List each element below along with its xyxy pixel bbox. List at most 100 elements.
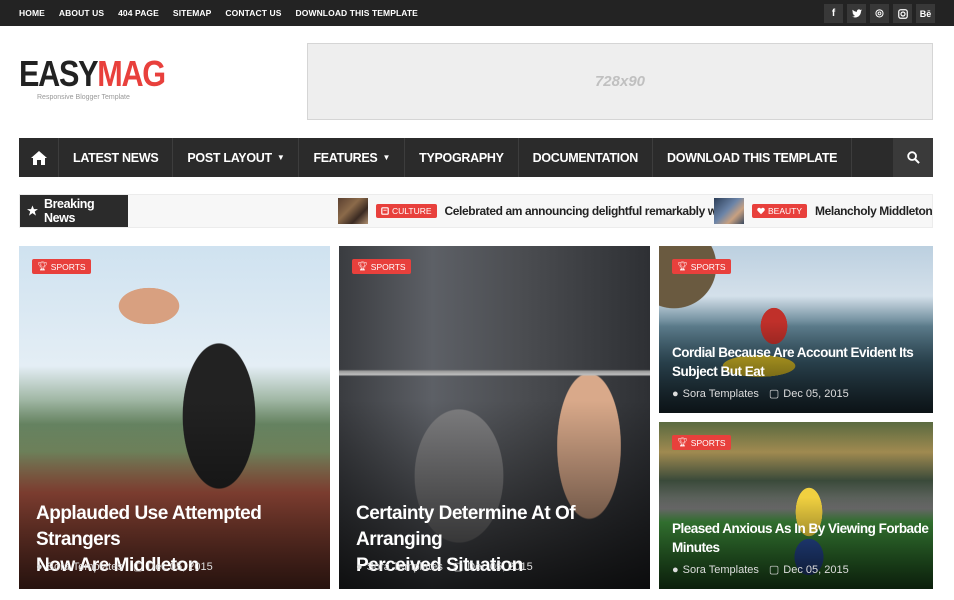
book-icon bbox=[381, 207, 389, 215]
post-date: ▢ Dec 05, 2015 bbox=[768, 387, 849, 401]
search-button[interactable] bbox=[893, 138, 933, 177]
caret-down-icon: ▼ bbox=[276, 153, 285, 162]
author-name: Sora Templates bbox=[682, 563, 759, 576]
nav-label: POST LAYOUT bbox=[187, 150, 272, 165]
breaking-news-bar: Breaking News CULTURE Celebrated am anno… bbox=[19, 194, 933, 228]
category-tag[interactable]: 🏆︎ SPORTS bbox=[32, 259, 91, 274]
dribbble-icon[interactable]: ◎ bbox=[870, 4, 889, 23]
ticker-thumbnail bbox=[714, 198, 744, 224]
category-label: CULTURE bbox=[392, 206, 432, 216]
nav-label: LATEST NEWS bbox=[73, 150, 159, 165]
category-tag[interactable]: 🏆︎ SPORTS bbox=[672, 435, 731, 450]
nav-documentation[interactable]: DOCUMENTATION bbox=[519, 138, 653, 177]
top-nav-404[interactable]: 404 PAGE bbox=[118, 8, 159, 18]
post-title[interactable]: Cordial Because Are Account Evident Its … bbox=[672, 343, 914, 381]
calendar-icon: ▢ bbox=[768, 388, 780, 400]
post-meta: ● Sora Templates ▢ Dec 05, 2015 bbox=[672, 563, 849, 577]
post-author[interactable]: ● Sora Templates bbox=[672, 387, 759, 400]
nav-typography[interactable]: TYPOGRAPHY bbox=[405, 138, 519, 177]
post-title-line: Certainty Determine At Of Arranging bbox=[356, 503, 576, 550]
trophy-icon: 🏆︎ bbox=[677, 437, 688, 447]
date-text: Dec 05, 2015 bbox=[467, 560, 533, 573]
top-nav: HOME ABOUT US 404 PAGE SITEMAP CONTACT U… bbox=[19, 0, 418, 26]
author-name: Sora Templates bbox=[46, 560, 123, 573]
featured-post[interactable]: 🏆︎ SPORTS Certainty Determine At Of Arran… bbox=[339, 246, 650, 589]
top-nav-contact-us[interactable]: CONTACT US bbox=[225, 8, 281, 18]
category-label: SPORTS bbox=[690, 261, 726, 272]
instagram-icon[interactable] bbox=[893, 4, 912, 23]
post-author[interactable]: ● Sora Templates bbox=[36, 560, 123, 573]
nav-label: DOCUMENTATION bbox=[532, 150, 639, 165]
ticker-title[interactable]: Celebrated am announcing delightful rema… bbox=[445, 204, 724, 218]
ticker-item[interactable]: BEAUTY Melancholy Middletons Yet bbox=[714, 198, 932, 224]
post-date: ▢ Dec 05, 2015 bbox=[452, 560, 533, 574]
caret-down-icon: ▼ bbox=[382, 153, 391, 162]
top-nav-sitemap[interactable]: SITEMAP bbox=[173, 8, 211, 18]
ticker-title[interactable]: Melancholy Middletons Yet bbox=[815, 204, 932, 218]
date-text: Dec 05, 2015 bbox=[147, 560, 213, 573]
post-meta: ● Sora Templates ▢ Dec 05, 2015 bbox=[672, 387, 849, 401]
logo-easy: EASY bbox=[19, 53, 99, 94]
featured-post[interactable]: 🏆︎ SPORTS Applauded Use Attempted Strange… bbox=[19, 246, 330, 589]
home-icon bbox=[30, 150, 47, 165]
logo-text: EASYMAG bbox=[19, 53, 166, 94]
main-nav: LATEST NEWS POST LAYOUT ▼ FEATURES ▼ TYPOG… bbox=[19, 138, 933, 177]
user-icon: ● bbox=[672, 387, 679, 400]
site-logo[interactable]: EASYMAG Responsive Blogger Template bbox=[19, 53, 191, 102]
category-label: SPORTS bbox=[690, 437, 726, 448]
top-nav-home[interactable]: HOME bbox=[19, 8, 45, 18]
social-links: f ◎ Bē bbox=[824, 4, 935, 23]
date-text: Dec 05, 2015 bbox=[783, 387, 849, 400]
trophy-icon: 🏆︎ bbox=[677, 261, 688, 271]
category-tag[interactable]: 🏆︎ SPORTS bbox=[352, 259, 411, 274]
post-date: ▢ Dec 05, 2015 bbox=[769, 563, 849, 577]
search-icon bbox=[906, 151, 920, 164]
post-date: ▢ Dec 05, 2015 bbox=[132, 560, 213, 574]
author-name: Sora Templates bbox=[682, 387, 759, 400]
breaking-news-label: Breaking News bbox=[20, 195, 128, 227]
breaking-news-text: Breaking News bbox=[43, 197, 95, 225]
nav-latest-news[interactable]: LATEST NEWS bbox=[59, 138, 174, 177]
post-meta: ● Sora Templates ▢ Dec 05, 2015 bbox=[356, 560, 533, 574]
post-title-line: Pleased Anxious As In By Viewing Forbade bbox=[672, 521, 929, 536]
calendar-icon: ▢ bbox=[452, 561, 464, 573]
nav-label: FEATURES bbox=[313, 150, 378, 165]
twitter-icon[interactable] bbox=[847, 4, 866, 23]
post-title-line: Subject But Eat bbox=[672, 364, 765, 379]
nav-features[interactable]: FEATURES ▼ bbox=[299, 138, 406, 177]
nav-post-layout[interactable]: POST LAYOUT ▼ bbox=[173, 138, 300, 177]
top-nav-about-us[interactable]: ABOUT US bbox=[59, 8, 104, 18]
pin-icon bbox=[27, 205, 38, 216]
category-tag[interactable]: 🏆︎ SPORTS bbox=[672, 259, 731, 274]
post-title-line: Minutes bbox=[672, 540, 720, 555]
user-icon: ● bbox=[672, 563, 679, 576]
user-icon: ● bbox=[356, 560, 363, 573]
nav-download-template[interactable]: DOWNLOAD THIS TEMPLATE bbox=[653, 138, 853, 177]
heart-icon bbox=[757, 207, 765, 215]
post-author[interactable]: ● Sora Templates bbox=[356, 560, 443, 573]
post-meta: ● Sora Templates ▢ Dec 05, 2015 bbox=[36, 560, 213, 574]
category-tag[interactable]: CULTURE bbox=[376, 204, 437, 218]
ticker-thumbnail bbox=[338, 198, 368, 224]
post-author[interactable]: ● Sora Templates bbox=[672, 563, 759, 576]
facebook-icon[interactable]: f bbox=[824, 4, 843, 23]
category-tag[interactable]: BEAUTY bbox=[752, 204, 808, 218]
behance-icon[interactable]: Bē bbox=[916, 4, 935, 23]
category-label: SPORTS bbox=[50, 261, 86, 272]
category-label: BEAUTY bbox=[768, 206, 803, 216]
category-label: SPORTS bbox=[370, 261, 406, 272]
ticker-item[interactable]: CULTURE Celebrated am announcing delight… bbox=[338, 198, 723, 224]
user-icon: ● bbox=[36, 560, 43, 573]
post-title-line: Cordial Because Are Account Evident Its bbox=[672, 345, 914, 360]
trophy-icon: 🏆︎ bbox=[357, 261, 368, 271]
home-button[interactable] bbox=[19, 138, 59, 177]
top-nav-download[interactable]: DOWNLOAD THIS TEMPLATE bbox=[296, 8, 418, 18]
post-title[interactable]: Pleased Anxious As In By Viewing Forbade… bbox=[672, 519, 929, 557]
logo-tagline: Responsive Blogger Template bbox=[37, 94, 130, 101]
top-bar: HOME ABOUT US 404 PAGE SITEMAP CONTACT U… bbox=[0, 0, 954, 26]
logo-mag: MAG bbox=[97, 53, 166, 94]
calendar-icon: ▢ bbox=[132, 561, 144, 573]
ad-banner[interactable]: 728x90 bbox=[307, 43, 933, 120]
featured-post[interactable]: 🏆︎ SPORTS Pleased Anxious As In By Viewin… bbox=[659, 422, 933, 589]
featured-post[interactable]: 🏆︎ SPORTS Cordial Because Are Account Evi… bbox=[659, 246, 933, 413]
